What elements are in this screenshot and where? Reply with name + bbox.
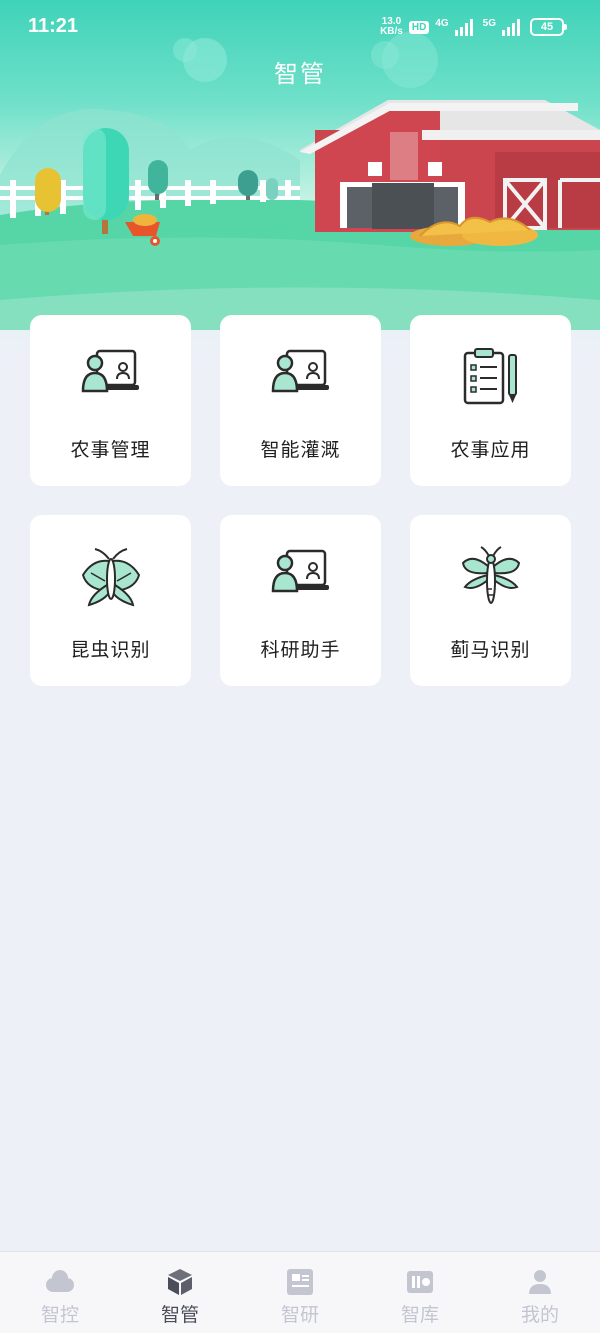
card-insect-recognition[interactable]: 昆虫识别 bbox=[30, 515, 191, 686]
card-farm-applications[interactable]: 农事应用 bbox=[410, 315, 571, 486]
card-farm-management[interactable]: 农事管理 bbox=[30, 315, 191, 486]
card-label: 农事管理 bbox=[70, 439, 151, 461]
tab-smart-control[interactable]: 智控 bbox=[0, 1252, 120, 1333]
network-5g-label: 5G bbox=[482, 17, 496, 29]
thrips-insect-icon bbox=[461, 546, 520, 604]
teacher-screen-icon bbox=[81, 349, 139, 393]
signal-4g-icon bbox=[454, 19, 473, 36]
network-speed: 13.0 KB/s bbox=[380, 17, 403, 37]
card-label: 昆虫识别 bbox=[70, 639, 151, 661]
card-label: 科研助手 bbox=[260, 639, 341, 661]
cube-icon bbox=[168, 1269, 192, 1295]
clipboard-checklist-icon bbox=[463, 348, 517, 405]
tab-label: 智库 bbox=[400, 1304, 439, 1326]
library-icon bbox=[407, 1271, 433, 1293]
card-label: 智能灌溉 bbox=[260, 439, 341, 461]
card-smart-irrigation[interactable]: 智能灌溉 bbox=[220, 315, 381, 486]
battery-level: 45 bbox=[540, 21, 554, 33]
tab-label: 我的 bbox=[520, 1304, 559, 1326]
tab-label: 智管 bbox=[160, 1304, 199, 1326]
card-thrips-recognition[interactable]: 蓟马识别 bbox=[410, 515, 571, 686]
moth-icon bbox=[81, 548, 140, 607]
user-icon bbox=[529, 1270, 551, 1294]
page-title: 智管 bbox=[274, 60, 326, 88]
network-4g-label: 4G bbox=[435, 17, 449, 29]
teacher-screen-icon bbox=[271, 549, 329, 593]
document-board-icon bbox=[287, 1269, 313, 1295]
signal-5g-icon bbox=[502, 19, 520, 36]
bottom-tab-bar: 智控 智管 智研 智库 我的 bbox=[0, 1251, 600, 1333]
tab-smart-library[interactable]: 智库 bbox=[360, 1252, 480, 1333]
card-research-assistant[interactable]: 科研助手 bbox=[220, 515, 381, 686]
hd-badge: HD bbox=[408, 20, 430, 34]
status-bar: 11:21 13.0 KB/s HD 4G 5G 45 bbox=[0, 0, 600, 54]
status-indicators: 13.0 KB/s HD 4G 5G 45 bbox=[380, 16, 567, 38]
battery-icon: 45 bbox=[530, 18, 567, 36]
status-time: 11:21 bbox=[28, 15, 79, 37]
feature-grid: 农事管理 智能灌溉 农事应用 昆虫识别 科研助手 蓟马识别 bbox=[30, 315, 571, 686]
tab-label: 智控 bbox=[40, 1304, 79, 1326]
card-label: 蓟马识别 bbox=[450, 639, 531, 661]
card-label: 农事应用 bbox=[450, 439, 531, 461]
cloud-icon bbox=[46, 1270, 74, 1292]
network-speed-unit: KB/s bbox=[380, 26, 403, 37]
tab-label: 智研 bbox=[280, 1304, 319, 1326]
teacher-screen-icon bbox=[271, 349, 329, 393]
tab-me[interactable]: 我的 bbox=[480, 1252, 600, 1333]
tab-smart-research[interactable]: 智研 bbox=[240, 1252, 360, 1333]
tab-smart-management[interactable]: 智管 bbox=[120, 1252, 240, 1333]
